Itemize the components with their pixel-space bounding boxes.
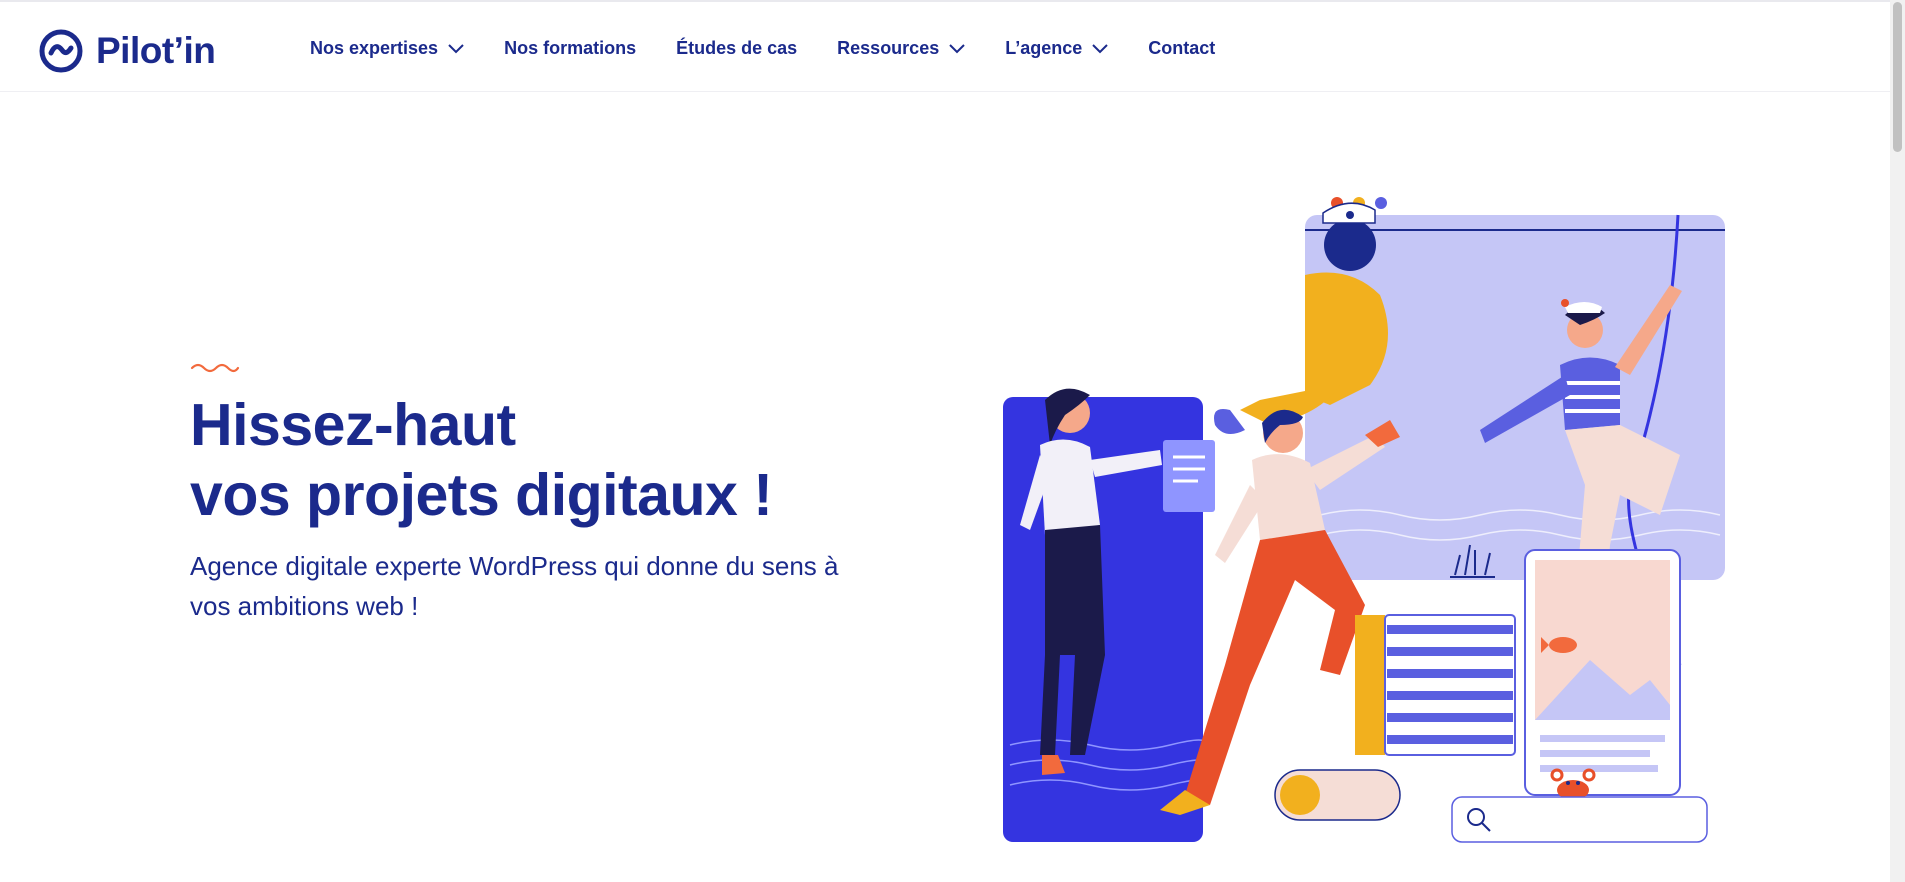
hero-subtitle: Agence digitale experte WordPress qui do… (190, 551, 839, 621)
nav-item-agence[interactable]: L’agence (1005, 38, 1108, 59)
hero-title-line-1: Hissez-haut (190, 392, 516, 458)
chevron-down-icon (1092, 43, 1108, 53)
nav-item-label: Contact (1148, 38, 1216, 58)
hero-title: Hissez-haut vos projets digitaux ! (190, 390, 910, 530)
window-dot-blue-icon (1375, 197, 1387, 209)
top-navigation-bar: Pilot’in Nos expertises Nos formations É… (0, 0, 1890, 92)
nav-item-ressources[interactable]: Ressources (837, 38, 965, 59)
nav-item-label: Études de cas (676, 38, 798, 58)
nav-item-label: Nos formations (504, 38, 637, 58)
browser-window-graphic (1305, 215, 1725, 580)
toggle-switch-graphic (1274, 769, 1401, 821)
nav-item-contact[interactable]: Contact (1148, 38, 1215, 59)
striped-card-graphic (1355, 614, 1516, 756)
search-bar-graphic (1451, 796, 1708, 843)
page-scrollbar[interactable] (1890, 0, 1905, 882)
hero-illustration (1003, 197, 1725, 843)
nav-item-etudes-de-cas[interactable]: Études de cas (676, 38, 797, 59)
hero-section: Hissez-haut vos projets digitaux ! Agenc… (190, 360, 910, 626)
brand-logo[interactable]: Pilot’in (38, 28, 216, 74)
nav-item-label: L’agence (1005, 38, 1083, 58)
squiggle-icon (190, 363, 240, 373)
nav-item-label: Ressources (837, 38, 940, 58)
phone-card-graphic (1524, 549, 1681, 796)
nav-item-formations[interactable]: Nos formations (504, 38, 636, 59)
scrollbar-thumb[interactable] (1893, 2, 1902, 152)
nav-item-label: Nos expertises (310, 38, 439, 58)
chevron-down-icon (949, 43, 965, 53)
chevron-down-icon (448, 43, 464, 53)
brand-name: Pilot’in (96, 30, 216, 71)
hero-title-line-2: vos projets digitaux ! (190, 462, 773, 528)
main-menu: Nos expertises Nos formations Études de … (310, 38, 1215, 59)
pilotin-logo-icon (39, 29, 83, 73)
nav-item-expertises[interactable]: Nos expertises (310, 38, 464, 59)
